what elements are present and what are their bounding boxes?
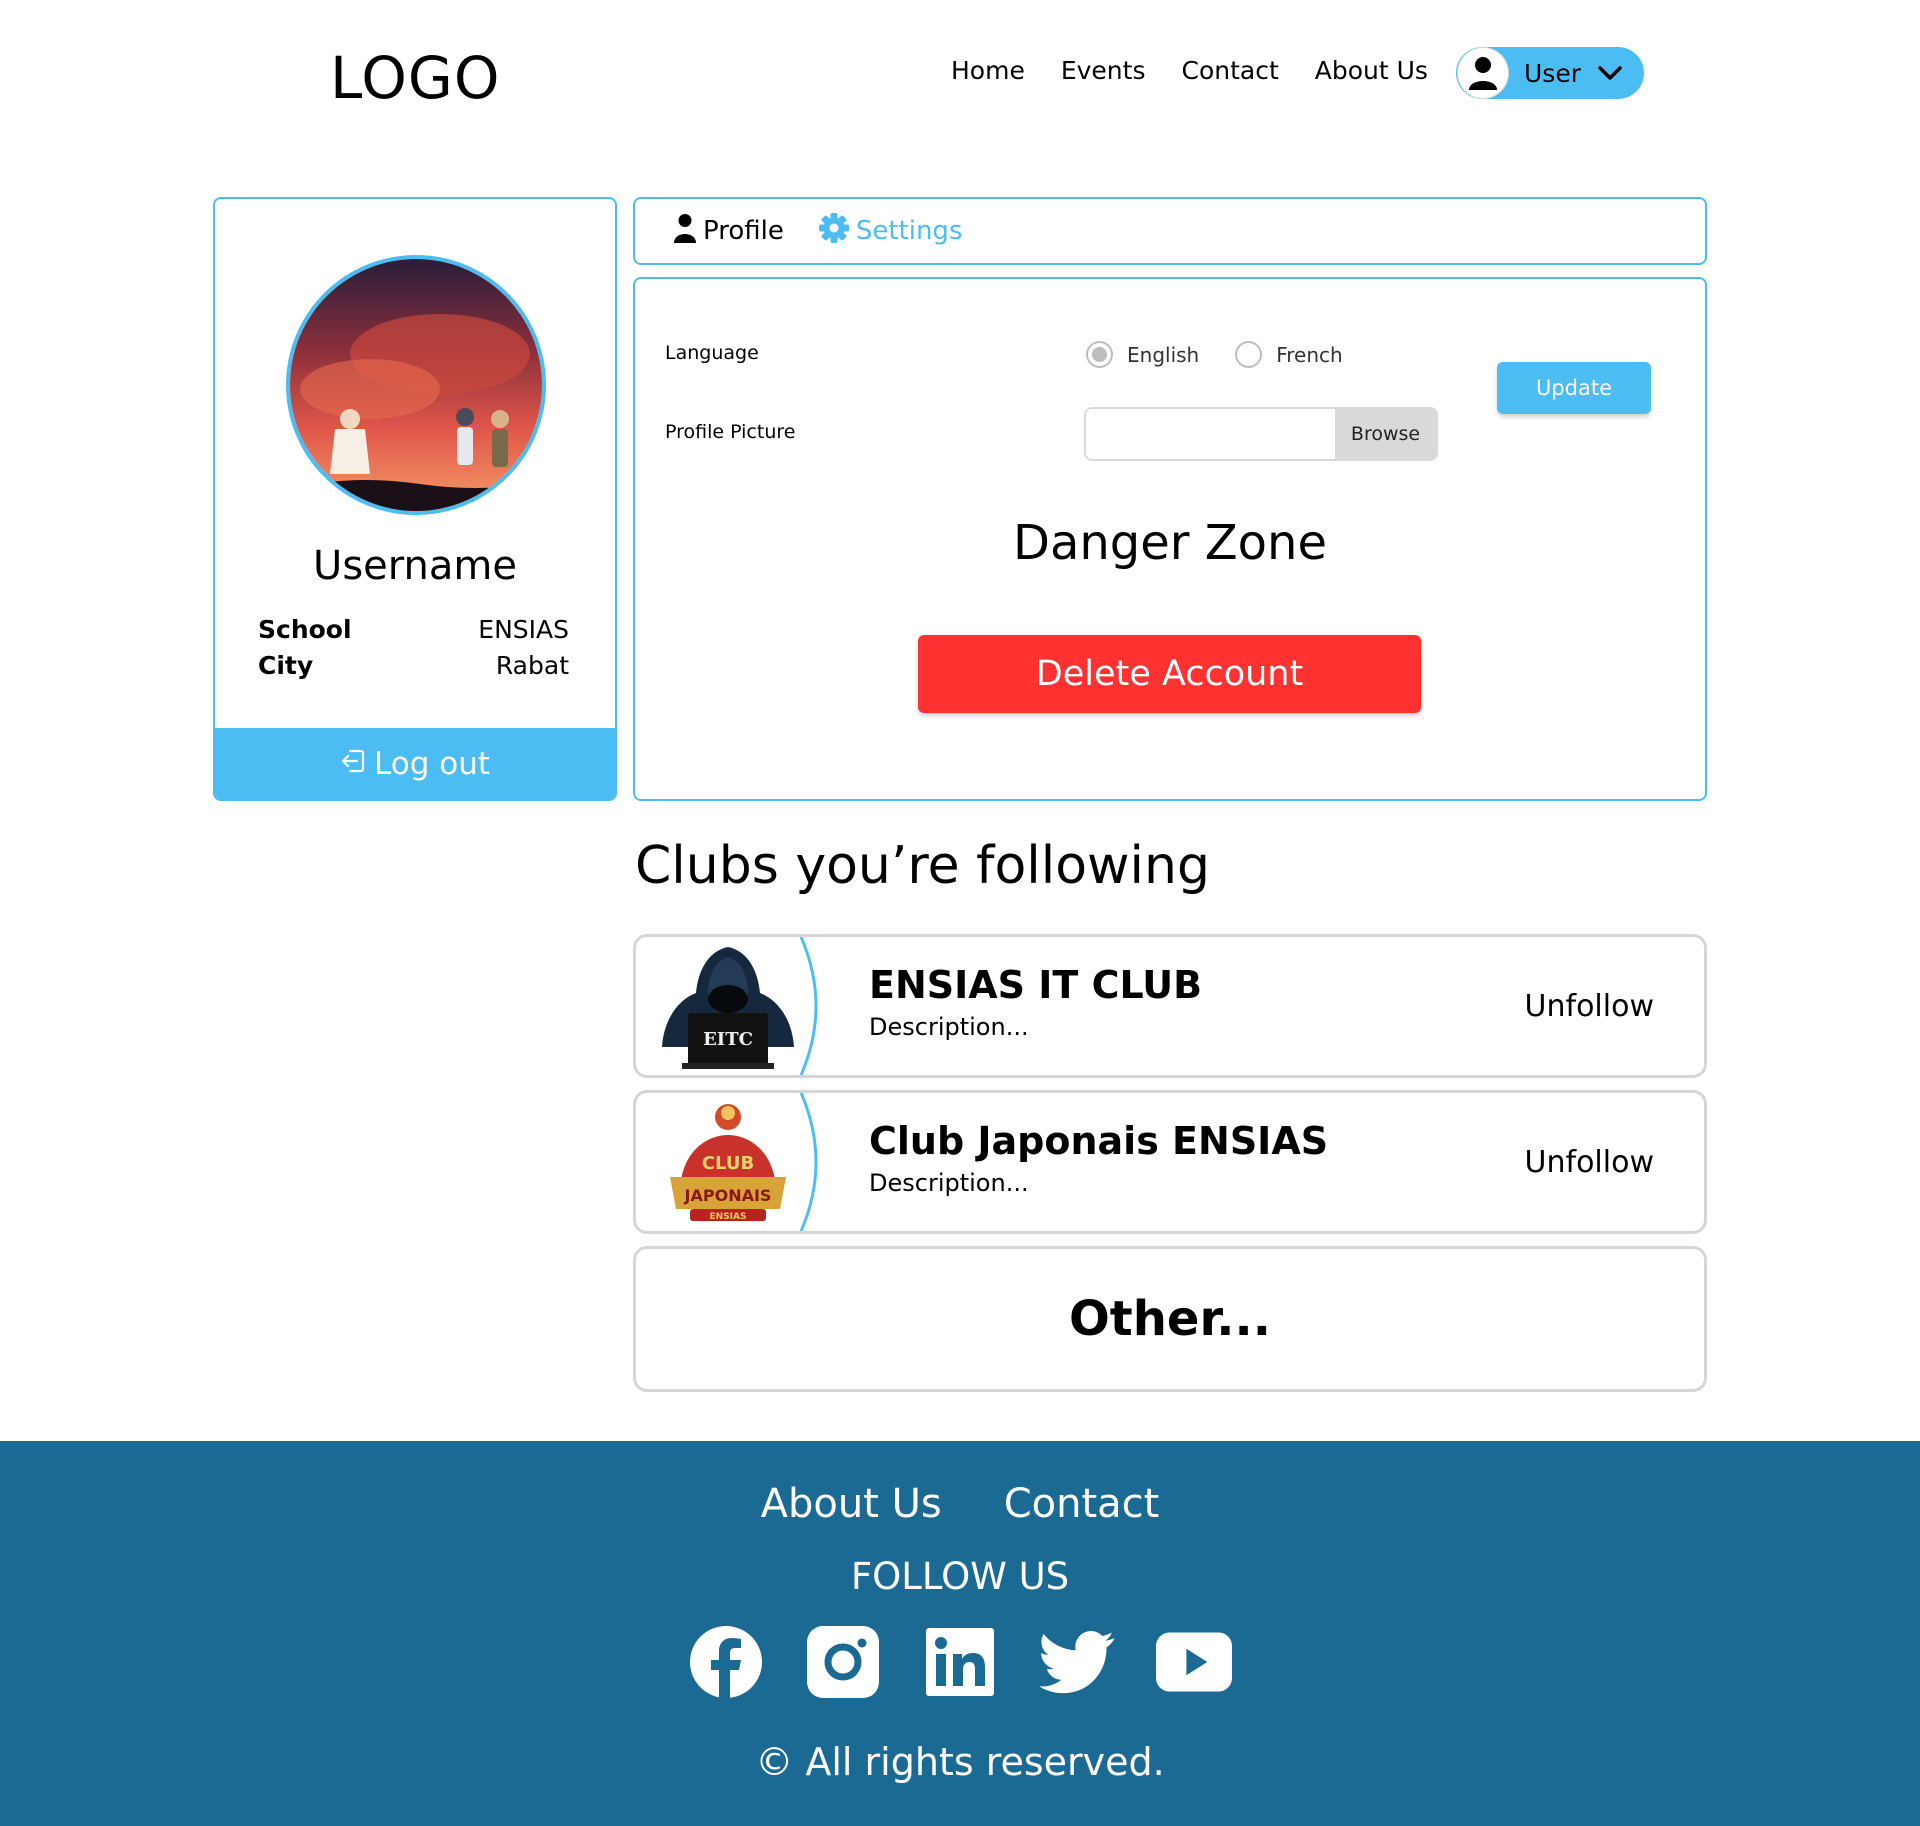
user-menu-button[interactable]: User xyxy=(1456,47,1644,99)
info-key: School xyxy=(258,615,352,644)
avatar xyxy=(286,255,546,515)
unfollow-button[interactable]: Unfollow xyxy=(1525,1145,1654,1180)
footer: About Us Contact FOLLOW US © All rights … xyxy=(0,1441,1920,1826)
unfollow-button[interactable]: Unfollow xyxy=(1525,989,1654,1024)
svg-text:JAPONAIS: JAPONAIS xyxy=(684,1186,772,1205)
logout-button[interactable]: Log out xyxy=(215,728,615,799)
profile-picture-label: Profile Picture xyxy=(665,421,796,443)
gear-icon xyxy=(818,212,850,251)
main-nav: Home Events Contact About Us xyxy=(951,56,1428,85)
profile-tabs: Profile Settings xyxy=(633,197,1707,265)
svg-text:ENSIAS: ENSIAS xyxy=(710,1212,747,1222)
settings-panel: Language English French Profile Picture … xyxy=(633,277,1707,801)
svg-text:EITC: EITC xyxy=(703,1029,753,1050)
chevron-down-icon xyxy=(1598,65,1622,81)
club-name: ENSIAS IT CLUB xyxy=(869,963,1203,1007)
user-name: User xyxy=(1524,58,1581,88)
youtube-icon[interactable] xyxy=(1156,1624,1232,1700)
delete-account-button[interactable]: Delete Account xyxy=(918,635,1421,713)
nav-about-us[interactable]: About Us xyxy=(1315,56,1428,85)
tab-profile[interactable]: Profile xyxy=(673,213,784,250)
radio-selected-dot xyxy=(1092,347,1107,362)
linkedin-icon[interactable] xyxy=(922,1624,998,1700)
profile-picture-file-input[interactable]: Browse xyxy=(1084,407,1438,461)
club-description: Description... xyxy=(869,1013,1029,1041)
user-icon xyxy=(1458,48,1508,98)
copyright-text: © All rights reserved. xyxy=(755,1740,1165,1784)
radio-english-label[interactable]: English xyxy=(1127,343,1199,367)
svg-text:CLUB: CLUB xyxy=(702,1153,754,1174)
clubs-title: Clubs you’re following xyxy=(635,836,1210,896)
language-label: Language xyxy=(665,342,759,364)
club-japonais-emblem-icon: CLUB JAPONAIS ENSIAS xyxy=(636,1093,826,1231)
info-value: ENSIAS xyxy=(478,615,569,644)
nav-contact[interactable]: Contact xyxy=(1181,56,1278,85)
footer-link-contact[interactable]: Contact xyxy=(1004,1481,1160,1527)
language-radio-group: English French xyxy=(1086,341,1343,368)
hooded-hacker-laptop-icon: EITC xyxy=(636,937,826,1075)
radio-french[interactable] xyxy=(1235,341,1263,368)
social-links xyxy=(0,1624,1920,1700)
tab-settings[interactable]: Settings xyxy=(818,212,963,251)
club-description: Description... xyxy=(869,1169,1029,1197)
nav-events[interactable]: Events xyxy=(1061,56,1146,85)
logout-icon xyxy=(340,746,366,782)
club-card[interactable]: EITC ENSIAS IT CLUB Description... Unfol… xyxy=(633,934,1707,1078)
user-icon xyxy=(673,213,697,250)
other-clubs-button[interactable]: Other... xyxy=(633,1246,1707,1392)
radio-english[interactable] xyxy=(1086,341,1113,368)
logo[interactable]: LOGO xyxy=(330,44,501,112)
instagram-icon[interactable] xyxy=(805,1624,881,1700)
file-path-field[interactable] xyxy=(1086,409,1335,459)
follow-us-heading: FOLLOW US xyxy=(850,1555,1070,1598)
danger-zone-title: Danger Zone xyxy=(1013,515,1327,571)
twitter-icon[interactable] xyxy=(1039,1624,1115,1700)
tab-settings-label: Settings xyxy=(855,216,963,246)
logout-label: Log out xyxy=(374,745,490,782)
nav-home[interactable]: Home xyxy=(951,56,1025,85)
club-name: Club Japonais ENSIAS xyxy=(869,1119,1329,1163)
info-value: Rabat xyxy=(495,651,569,680)
info-row-city: City Rabat xyxy=(258,651,569,680)
footer-links: About Us Contact xyxy=(0,1481,1920,1527)
update-button[interactable]: Update xyxy=(1497,362,1651,414)
radio-french-label[interactable]: French xyxy=(1276,343,1342,367)
info-key: City xyxy=(258,651,314,680)
facebook-icon[interactable] xyxy=(688,1624,764,1700)
club-card[interactable]: CLUB JAPONAIS ENSIAS Club Japonais ENSIA… xyxy=(633,1090,1707,1234)
info-row-school: School ENSIAS xyxy=(258,615,569,644)
profile-card: Username School ENSIAS City Rabat Log ou… xyxy=(213,197,617,801)
username: Username xyxy=(313,543,517,589)
browse-button[interactable]: Browse xyxy=(1335,409,1436,459)
footer-link-about-us[interactable]: About Us xyxy=(761,1481,942,1527)
tab-profile-label: Profile xyxy=(703,216,784,246)
